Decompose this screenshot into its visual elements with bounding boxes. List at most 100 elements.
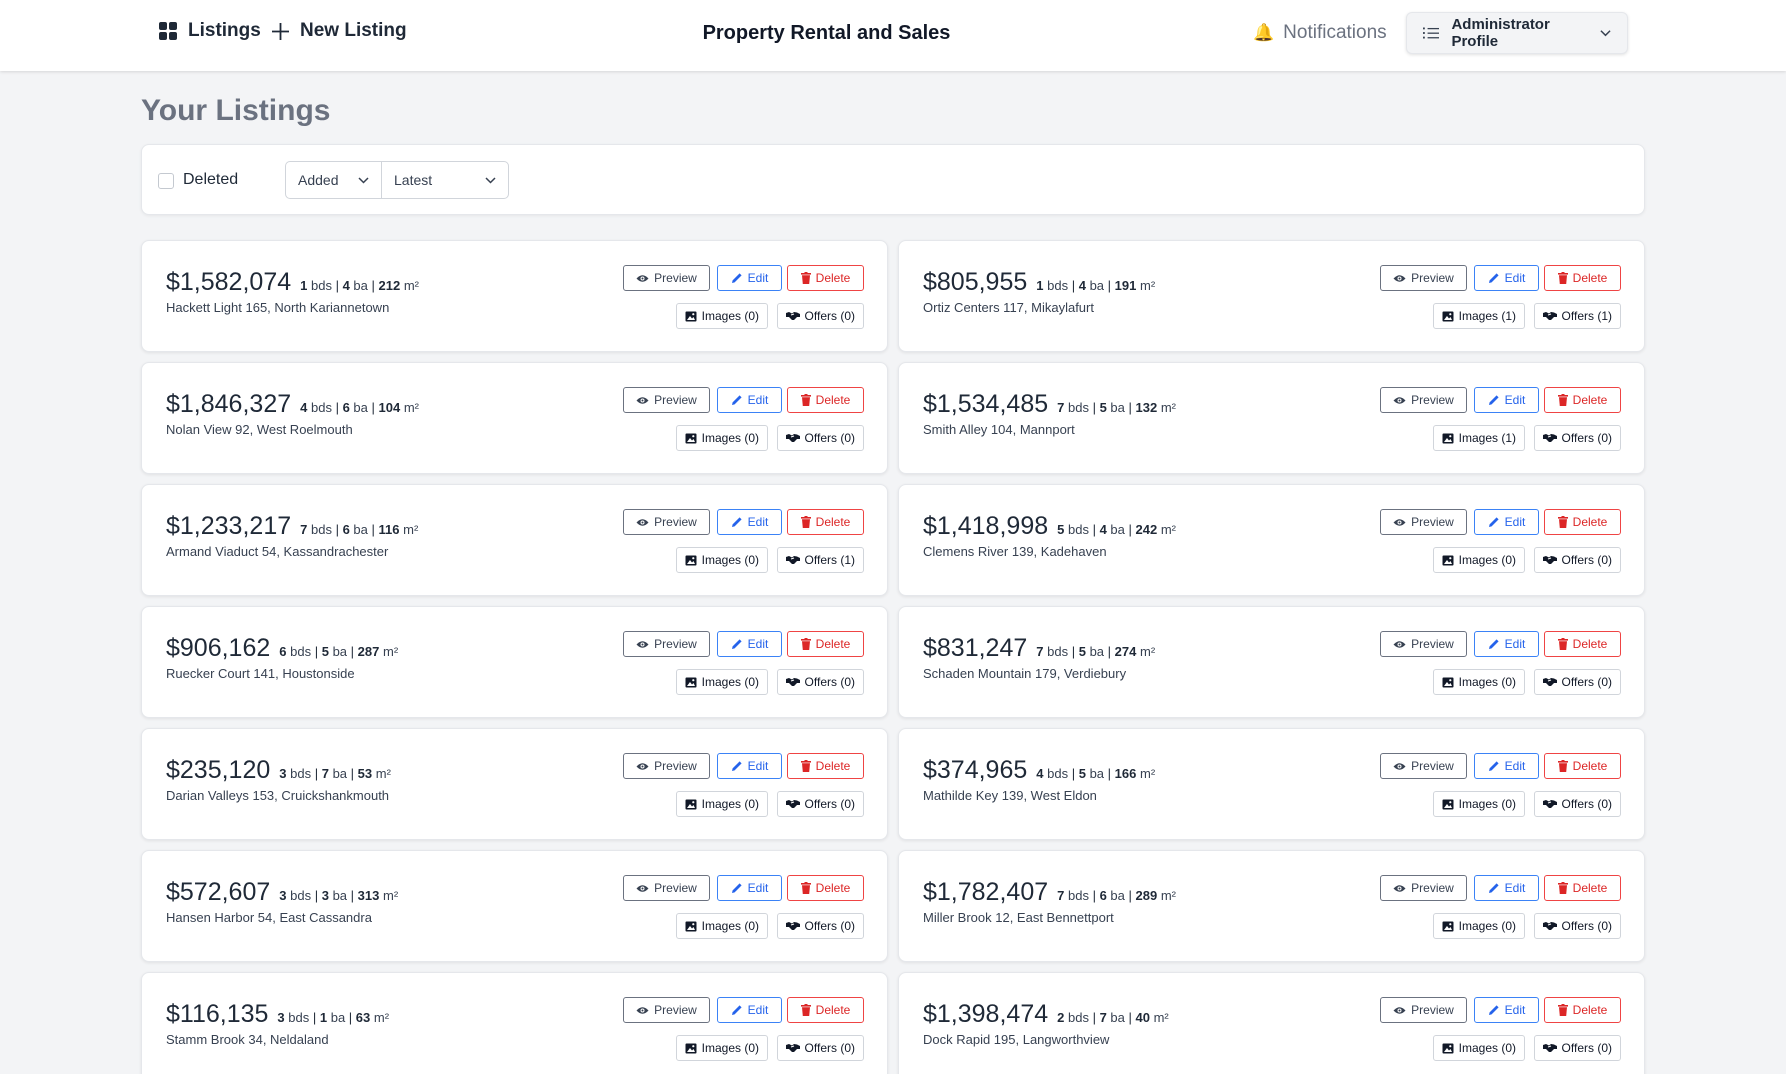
offers-button[interactable]: Offers (0) [1533, 1035, 1621, 1061]
edit-button[interactable]: Edit [1474, 509, 1539, 535]
images-label: Images (0) [701, 431, 759, 445]
listing-baths: 5 [1078, 644, 1086, 659]
offers-button[interactable]: Offers (0) [776, 669, 864, 695]
edit-button[interactable]: Edit [1474, 631, 1539, 657]
delete-label: Delete [1572, 393, 1608, 407]
listing-card: $805,955 1 bds | 4 ba | 191 m² Ortiz Cen… [898, 240, 1645, 352]
delete-button[interactable]: Delete [787, 753, 864, 779]
preview-button[interactable]: Preview [623, 753, 710, 779]
images-button[interactable]: Images (1) [1432, 425, 1525, 451]
delete-button[interactable]: Delete [1544, 631, 1621, 657]
offers-button[interactable]: Offers (0) [1533, 791, 1621, 817]
preview-button[interactable]: Preview [623, 265, 710, 291]
preview-button[interactable]: Preview [1380, 997, 1467, 1023]
edit-button[interactable]: Edit [717, 387, 782, 413]
preview-button[interactable]: Preview [623, 631, 710, 657]
images-button[interactable]: Images (0) [1432, 1035, 1525, 1061]
listing-price: $1,534,485 [923, 390, 1049, 418]
edit-button[interactable]: Edit [717, 509, 782, 535]
delete-button[interactable]: Delete [1544, 387, 1621, 413]
sort-field-select[interactable]: Added [286, 162, 382, 198]
delete-button[interactable]: Delete [787, 631, 864, 657]
images-button[interactable]: Images (0) [675, 1035, 768, 1061]
preview-button[interactable]: Preview [623, 875, 710, 901]
listing-address: Schaden Mountain 179, Verdiebury [923, 666, 1127, 681]
listing-headline: $235,120 3 bds | 7 ba | 53 m² [166, 756, 391, 785]
images-button[interactable]: Images (0) [675, 303, 768, 329]
images-button[interactable]: Images (1) [1432, 303, 1525, 329]
offers-button[interactable]: Offers (0) [776, 1035, 864, 1061]
preview-button[interactable]: Preview [1380, 753, 1467, 779]
delete-button[interactable]: Delete [1544, 753, 1621, 779]
offers-button[interactable]: Offers (0) [1533, 547, 1621, 573]
offers-button[interactable]: Offers (0) [1533, 669, 1621, 695]
offers-button[interactable]: Offers (0) [776, 913, 864, 939]
edit-button[interactable]: Edit [1474, 265, 1539, 291]
edit-button[interactable]: Edit [1474, 387, 1539, 413]
images-button[interactable]: Images (0) [675, 425, 768, 451]
preview-button[interactable]: Preview [1380, 265, 1467, 291]
image-icon [685, 921, 697, 931]
trash-icon [1557, 516, 1568, 528]
delete-button[interactable]: Delete [1544, 265, 1621, 291]
edit-button[interactable]: Edit [1474, 753, 1539, 779]
edit-button[interactable]: Edit [717, 631, 782, 657]
images-button[interactable]: Images (0) [675, 791, 768, 817]
offers-button[interactable]: Offers (0) [1533, 913, 1621, 939]
trash-icon [800, 1004, 811, 1016]
preview-button[interactable]: Preview [623, 997, 710, 1023]
edit-button[interactable]: Edit [717, 265, 782, 291]
images-button[interactable]: Images (0) [675, 669, 768, 695]
deleted-checkbox[interactable] [158, 173, 174, 189]
delete-button[interactable]: Delete [1544, 997, 1621, 1023]
preview-button[interactable]: Preview [1380, 875, 1467, 901]
edit-button[interactable]: Edit [1474, 997, 1539, 1023]
preview-button[interactable]: Preview [623, 509, 710, 535]
handshake-icon [1542, 678, 1557, 686]
edit-button[interactable]: Edit [717, 753, 782, 779]
delete-button[interactable]: Delete [787, 875, 864, 901]
delete-button[interactable]: Delete [787, 509, 864, 535]
preview-button[interactable]: Preview [1380, 387, 1467, 413]
preview-button[interactable]: Preview [1380, 631, 1467, 657]
delete-label: Delete [1572, 515, 1608, 529]
edit-label: Edit [747, 1003, 769, 1017]
images-button[interactable]: Images (0) [675, 913, 768, 939]
edit-label: Edit [747, 393, 769, 407]
offers-button[interactable]: Offers (1) [776, 547, 864, 573]
offers-button[interactable]: Offers (0) [1533, 425, 1621, 451]
trash-icon [800, 272, 811, 284]
delete-button[interactable]: Delete [1544, 875, 1621, 901]
pencil-icon [1488, 517, 1499, 527]
edit-button[interactable]: Edit [1474, 875, 1539, 901]
images-button[interactable]: Images (0) [1432, 547, 1525, 573]
handshake-icon [1542, 922, 1557, 930]
images-button[interactable]: Images (0) [1432, 669, 1525, 695]
images-label: Images (0) [701, 1041, 759, 1055]
listing-beds: 7 [1057, 888, 1065, 903]
offers-button[interactable]: Offers (0) [776, 303, 864, 329]
listing-headline: $1,233,217 7 bds | 6 ba | 116 m² [166, 512, 418, 541]
preview-button[interactable]: Preview [1380, 509, 1467, 535]
image-icon [1442, 677, 1454, 687]
images-button[interactable]: Images (0) [1432, 913, 1525, 939]
edit-button[interactable]: Edit [717, 997, 782, 1023]
preview-button[interactable]: Preview [623, 387, 710, 413]
notifications-link[interactable]: 🔔 Notifications [1253, 22, 1387, 44]
preview-label: Preview [654, 881, 697, 895]
edit-button[interactable]: Edit [717, 875, 782, 901]
delete-button[interactable]: Delete [787, 997, 864, 1023]
images-button[interactable]: Images (0) [1432, 791, 1525, 817]
delete-button[interactable]: Delete [787, 387, 864, 413]
profile-dropdown-button[interactable]: Administrator Profile [1406, 12, 1628, 54]
offers-button[interactable]: Offers (0) [776, 425, 864, 451]
sort-order-select[interactable]: Latest [382, 162, 508, 198]
delete-button[interactable]: Delete [787, 265, 864, 291]
listing-area: 132 [1135, 400, 1158, 415]
offers-button[interactable]: Offers (1) [1533, 303, 1621, 329]
images-button[interactable]: Images (0) [675, 547, 768, 573]
listing-specs: 1 bds | 4 ba | 212 m² [300, 278, 419, 293]
delete-button[interactable]: Delete [1544, 509, 1621, 535]
eye-icon [1393, 762, 1406, 770]
offers-button[interactable]: Offers (0) [776, 791, 864, 817]
